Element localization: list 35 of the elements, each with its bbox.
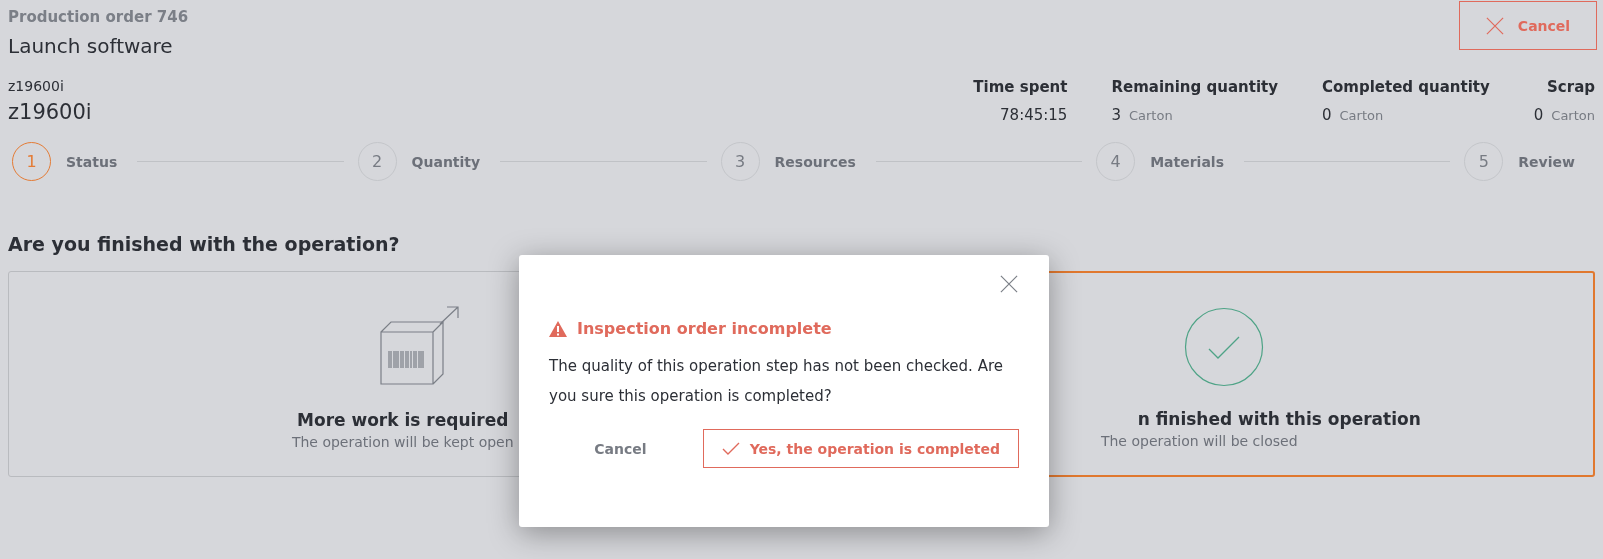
check-icon xyxy=(721,441,740,456)
option-subtitle: The operation will be closed xyxy=(1100,433,1298,449)
step-label[interactable]: Status xyxy=(66,153,118,170)
warning-icon xyxy=(549,320,567,337)
stat-value: 0 xyxy=(1533,106,1544,124)
step-label[interactable]: Materials xyxy=(1150,153,1224,170)
close-icon xyxy=(1000,275,1018,293)
dialog-cancel-button[interactable]: Cancel xyxy=(588,439,653,458)
step-label[interactable]: Review xyxy=(1518,153,1575,170)
stat-value: 78:45:15 xyxy=(1000,106,1068,124)
check-circle-icon xyxy=(1184,307,1265,387)
stat-label: Completed quantity xyxy=(1322,78,1490,96)
option-subtitle: The operation will be kept open xyxy=(291,434,514,450)
step-label[interactable]: Resources xyxy=(774,153,856,170)
close-icon xyxy=(1485,16,1504,35)
stat-unit: Carton xyxy=(1339,108,1384,123)
stat-value: 3 xyxy=(1111,106,1121,124)
order-number: Production order 746 xyxy=(8,8,189,26)
stat-unit: Carton xyxy=(1551,108,1595,123)
confirm-button[interactable]: Yes, the operation is completed xyxy=(702,429,1019,468)
page-title: Launch software xyxy=(8,34,174,58)
option-title: n finished with this operation xyxy=(1137,409,1421,429)
cancel-button[interactable]: Cancel xyxy=(1459,1,1597,50)
stat-label: Time spent xyxy=(973,78,1068,96)
product-name: z19600i xyxy=(8,100,92,124)
stat-value: 0 xyxy=(1322,106,1332,124)
question: Are you finished with the operation? xyxy=(8,233,401,255)
stat-label: Scrap xyxy=(1547,78,1595,96)
option-title: More work is required xyxy=(297,410,509,430)
stat-label: Remaining quantity xyxy=(1111,78,1278,96)
close-button[interactable] xyxy=(999,275,1019,295)
product-code: z19600i xyxy=(8,78,65,94)
step-label[interactable]: Quantity xyxy=(411,153,481,170)
stat-unit: Carton xyxy=(1128,108,1173,123)
barcode-box-icon xyxy=(378,306,461,386)
